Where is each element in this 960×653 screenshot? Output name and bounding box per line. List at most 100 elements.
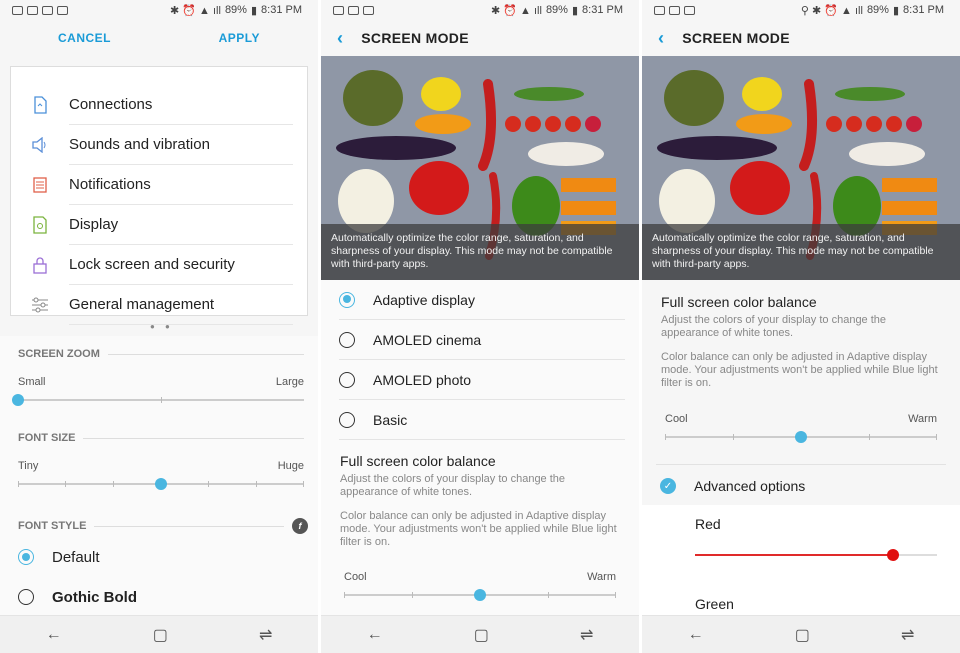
warm-label: Warm [908, 413, 937, 425]
color-balance-thumb[interactable] [474, 589, 486, 601]
cool-label: Cool [344, 571, 367, 583]
home-icon[interactable]: ▢ [474, 625, 489, 645]
radio-selected[interactable] [18, 549, 34, 565]
zoom-min-label: Small [18, 376, 46, 388]
status-bar: ⚲ ✱ ⏰ ▲ ıll 89% ▮ 8:31 PM [642, 0, 960, 20]
color-balance-note: Color balance can only be adjusted in Ad… [340, 510, 617, 548]
font-option-gothic-bold[interactable]: Gothic Bold [18, 577, 304, 617]
radio-selected[interactable] [339, 291, 355, 308]
warm-label: Warm [587, 571, 616, 583]
back-arrow-icon[interactable]: ‹ [337, 28, 343, 49]
battery-level: 89% [224, 4, 247, 16]
color-balance-title: Full screen color balance [661, 294, 817, 310]
cool-label: Cool [665, 413, 688, 425]
back-arrow-icon[interactable]: ‹ [658, 28, 664, 49]
mode-option-basic[interactable]: Basic [339, 400, 625, 440]
notification-icon [669, 5, 680, 15]
menu-item-notifications: Notifications [11, 165, 307, 205]
download-fonts-icon[interactable]: f [292, 518, 308, 534]
status-bar: ✱ ⏰ ▲ ıll 89% ▮ 8:31 PM [0, 0, 318, 20]
font-min-label: Tiny [18, 460, 39, 472]
font-option-default[interactable]: Default [18, 537, 304, 577]
cancel-button[interactable]: CANCEL [58, 31, 111, 45]
screen-zoom-slider[interactable] [12, 388, 304, 412]
lock-icon [31, 256, 49, 274]
checkmark-icon[interactable]: ✓ [660, 478, 676, 494]
menu-item-sounds: Sounds and vibration [11, 125, 307, 165]
settings-preview: Connections Sounds and vibration Notific… [10, 66, 308, 325]
clock: 8:31 PM [582, 4, 623, 16]
navigation-bar: ← ▢ ⇌ [0, 615, 318, 653]
notification-icon [27, 5, 38, 15]
menu-item-general-management: General management [11, 285, 307, 325]
page-title: SCREEN MODE [682, 30, 790, 46]
navigation-bar: ← ▢ ⇌ [642, 615, 960, 653]
notification-icon [12, 5, 23, 15]
recents-icon[interactable]: ⇌ [901, 625, 914, 645]
color-balance-note: Color balance can only be adjusted in Ad… [661, 351, 938, 389]
signal-icons: ✱ ⏰ ▲ ıll [491, 4, 542, 17]
battery-level: 89% [866, 4, 889, 16]
sliders-icon [31, 296, 49, 314]
zoom-max-label: Large [275, 376, 304, 388]
color-balance-thumb[interactable] [795, 431, 807, 443]
notifications-icon [31, 176, 49, 194]
menu-item-display: Display [11, 205, 307, 245]
home-icon[interactable]: ▢ [795, 625, 810, 645]
navigation-bar: ← ▢ ⇌ [321, 615, 639, 653]
notification-icon [333, 5, 344, 15]
font-size-thumb[interactable] [155, 478, 167, 490]
red-channel-slider[interactable] [695, 548, 937, 562]
notification-icon [42, 5, 53, 15]
red-channel-thumb[interactable] [887, 549, 900, 561]
notification-icon [654, 5, 665, 15]
battery-icon: ▮ [892, 4, 900, 17]
advanced-options-toggle[interactable]: ✓ Advanced options [660, 470, 946, 502]
vegetables-preview-image: Automatically optimize the color range, … [642, 56, 960, 280]
display-settings-panel: ✱ ⏰ ▲ ıll 89% ▮ 8:31 PM CANCEL APPLY Connec… [0, 0, 318, 653]
mode-option-amoled-photo[interactable]: AMOLED photo [339, 360, 625, 400]
home-icon[interactable]: ▢ [153, 625, 168, 645]
recents-icon[interactable]: ⇌ [580, 625, 593, 645]
page-indicator: ● ● [150, 322, 174, 331]
notification-icon [684, 5, 695, 15]
status-bar: ✱ ⏰ ▲ ıll 89% ▮ 8:31 PM [321, 0, 639, 20]
back-icon[interactable]: ← [367, 626, 383, 644]
screen-mode-advanced-panel: ⚲ ✱ ⏰ ▲ ıll 89% ▮ 8:31 PM ‹ SCREEN MODE Auto… [642, 0, 960, 653]
battery-icon: ▮ [571, 4, 579, 17]
screen-mode-panel: ✱ ⏰ ▲ ıll 89% ▮ 8:31 PM ‹ SCREEN MODE Automa… [321, 0, 639, 653]
recents-icon[interactable]: ⇌ [259, 625, 272, 645]
menu-item-connections: Connections [11, 85, 307, 125]
apply-button[interactable]: APPLY [219, 31, 260, 45]
battery-icon: ▮ [250, 4, 258, 17]
radio-unselected[interactable] [339, 371, 355, 388]
speaker-icon [31, 136, 49, 154]
notification-icon [363, 5, 374, 15]
mode-option-adaptive[interactable]: Adaptive display [339, 280, 625, 320]
font-size-title: FONT SIZE [18, 432, 76, 444]
clock: 8:31 PM [261, 4, 302, 16]
mode-description: Automatically optimize the color range, … [642, 224, 960, 280]
screen-zoom-title: SCREEN ZOOM [18, 348, 100, 360]
screen-zoom-thumb[interactable] [12, 394, 24, 406]
color-balance-description: Adjust the colors of your display to cha… [340, 473, 566, 498]
back-icon[interactable]: ← [46, 626, 62, 644]
font-size-slider[interactable] [18, 472, 304, 496]
clock: 8:31 PM [903, 4, 944, 16]
radio-unselected[interactable] [18, 589, 34, 605]
green-channel-label: Green [695, 596, 734, 612]
color-balance-description: Adjust the colors of your display to cha… [661, 314, 887, 339]
radio-unselected[interactable] [339, 411, 355, 428]
image-icon [57, 5, 68, 15]
color-balance-slider[interactable] [344, 583, 616, 607]
vegetables-preview-image: Automatically optimize the color range, … [321, 56, 639, 280]
battery-level: 89% [545, 4, 568, 16]
font-style-title: FONT STYLE [18, 520, 87, 532]
red-channel-label: Red [695, 516, 721, 532]
radio-unselected[interactable] [339, 331, 355, 348]
back-icon[interactable]: ← [688, 626, 704, 644]
mode-option-amoled-cinema[interactable]: AMOLED cinema [339, 320, 625, 360]
color-balance-slider[interactable] [665, 425, 937, 449]
color-balance-title: Full screen color balance [340, 453, 496, 469]
mode-description: Automatically optimize the color range, … [321, 224, 639, 280]
